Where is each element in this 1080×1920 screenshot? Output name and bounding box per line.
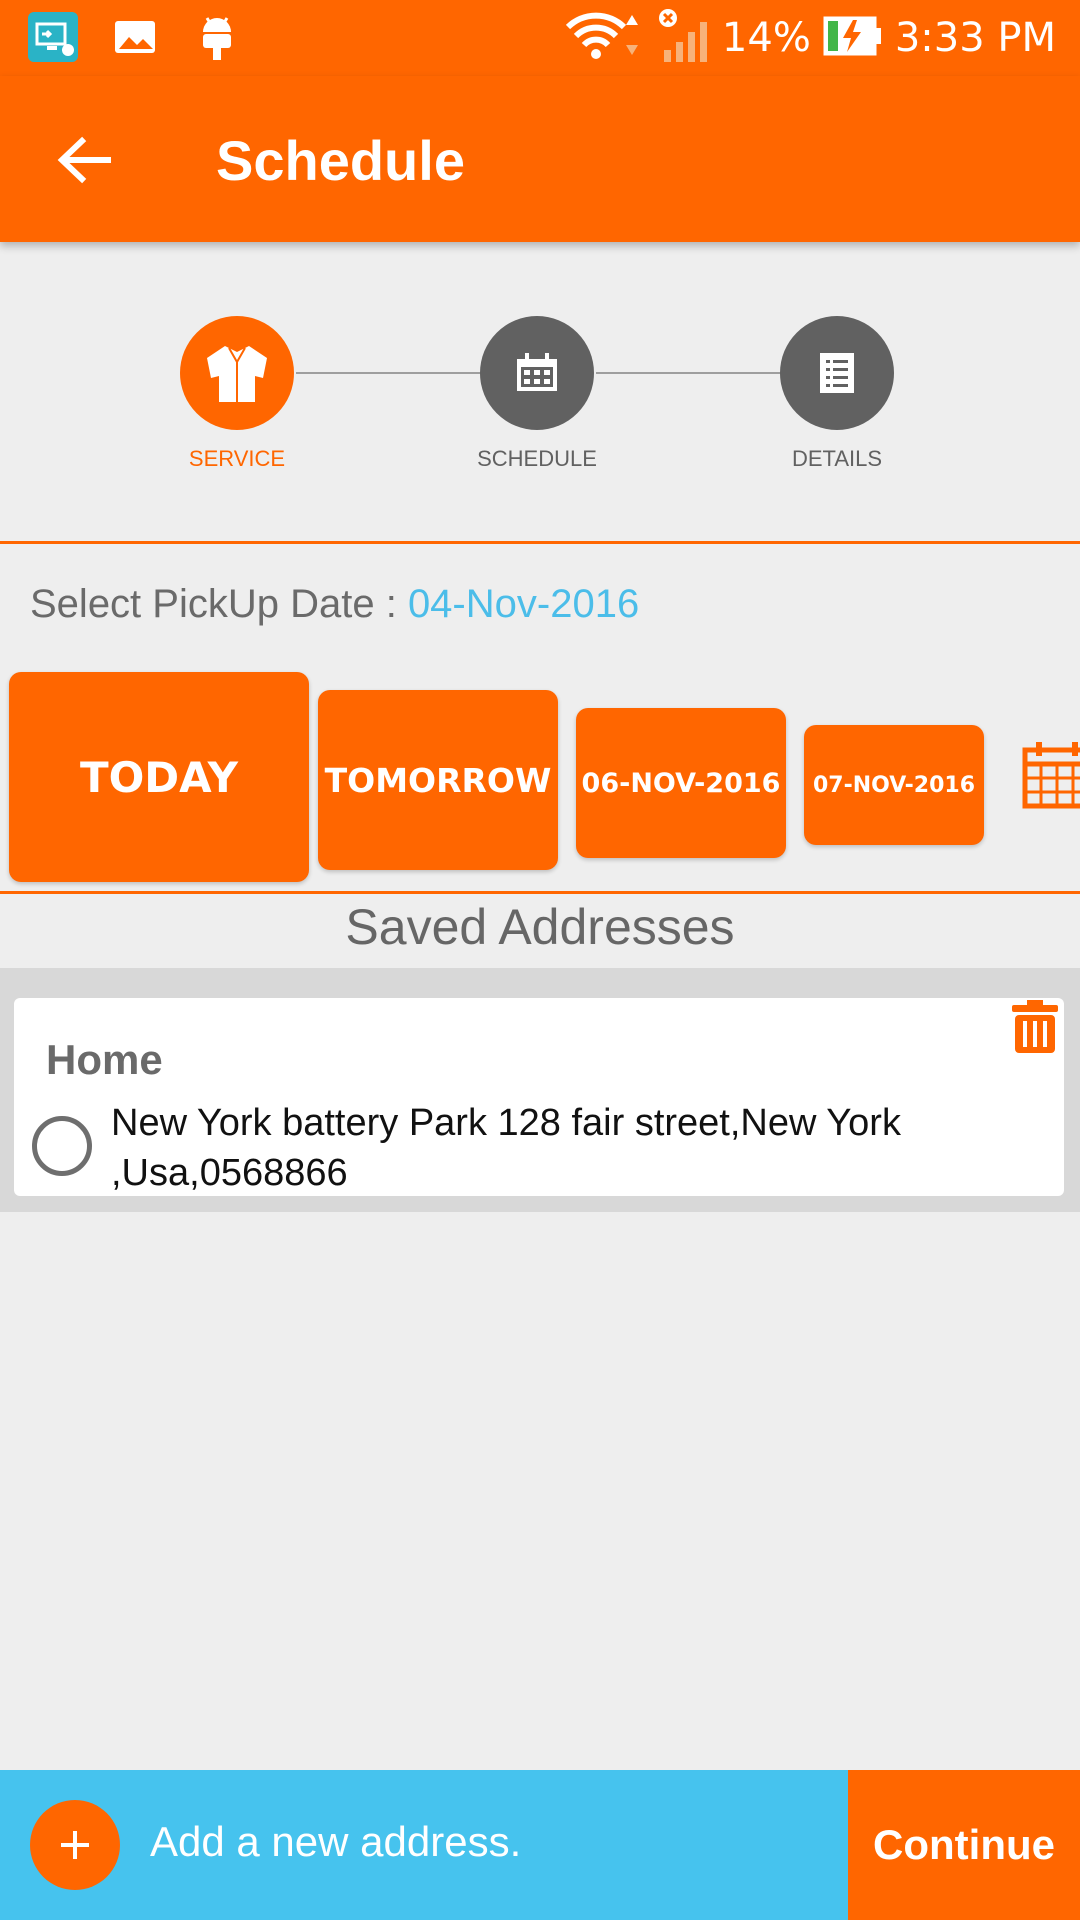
back-button[interactable] bbox=[44, 120, 124, 200]
app-bar: Schedule bbox=[0, 76, 1080, 242]
battery-icon bbox=[823, 14, 883, 62]
clock: 3:33 PM bbox=[894, 15, 1056, 61]
step-details-circle bbox=[780, 316, 894, 430]
address-card[interactable]: Home New York battery Park 128 fair stre… bbox=[14, 998, 1064, 1196]
saved-addresses-title: Saved Addresses bbox=[345, 899, 735, 955]
wifi-icon bbox=[564, 11, 644, 65]
calendar-picker-icon[interactable] bbox=[1022, 740, 1080, 810]
add-address-button[interactable] bbox=[30, 1800, 120, 1890]
step-service-circle bbox=[180, 316, 294, 430]
address-text: New York battery Park 128 fair street,Ne… bbox=[111, 1102, 901, 1194]
step-schedule-label: SCHEDULE bbox=[477, 446, 597, 471]
section-divider bbox=[0, 541, 1080, 544]
step-details-label: DETAILS bbox=[791, 446, 883, 471]
page-title: Schedule bbox=[216, 129, 465, 192]
delete-address-button[interactable] bbox=[1010, 1000, 1066, 1062]
signal-icon bbox=[656, 8, 710, 68]
progress-stepper: SERVICE SCHEDULE DETAILS bbox=[0, 242, 1080, 542]
date-option-06-nov[interactable]: 06-NOV-2016 bbox=[576, 708, 786, 858]
back-arrow-icon bbox=[57, 136, 111, 184]
plus-icon bbox=[61, 1831, 89, 1859]
status-bar: 14% 3:33 PM bbox=[0, 0, 1080, 76]
android-icon bbox=[190, 10, 244, 64]
saved-addresses-list: Home New York battery Park 128 fair stre… bbox=[0, 968, 1080, 1212]
address-name: Home bbox=[46, 1036, 163, 1083]
bottom-bar: Add a new address. Continue bbox=[0, 1770, 1080, 1920]
address-radio[interactable] bbox=[32, 1116, 92, 1176]
add-address-label[interactable]: Add a new address. bbox=[150, 1818, 521, 1866]
list-icon bbox=[820, 353, 854, 393]
date-option-today[interactable]: TODAY bbox=[9, 672, 309, 882]
continue-button[interactable]: Continue bbox=[848, 1770, 1080, 1920]
step-schedule-circle bbox=[480, 316, 594, 430]
shirt-icon bbox=[207, 346, 267, 402]
image-icon bbox=[108, 10, 162, 64]
calendar-icon bbox=[517, 353, 557, 391]
step-schedule[interactable]: SCHEDULE bbox=[437, 316, 637, 472]
system-icons: 14% 3:33 PM bbox=[564, 8, 1056, 68]
battery-percent: 14% bbox=[721, 15, 811, 61]
step-details[interactable]: DETAILS bbox=[737, 316, 937, 472]
screen-cast-icon bbox=[26, 10, 80, 64]
pickup-selected-date: 04-Nov-2016 bbox=[407, 582, 640, 626]
date-option-07-nov[interactable]: 07-NOV-2016 bbox=[804, 725, 984, 845]
notification-icons bbox=[26, 10, 244, 64]
date-option-tomorrow[interactable]: TOMORROW bbox=[318, 690, 558, 870]
step-service[interactable]: SERVICE bbox=[137, 316, 337, 472]
section-divider bbox=[0, 891, 1080, 894]
pickup-date-label: Select PickUp Date : 04-Nov-2016 bbox=[30, 582, 639, 627]
step-service-label: SERVICE bbox=[188, 446, 286, 471]
pickup-date-prefix: Select PickUp Date : bbox=[30, 582, 408, 626]
trash-icon bbox=[1012, 1000, 1058, 1053]
